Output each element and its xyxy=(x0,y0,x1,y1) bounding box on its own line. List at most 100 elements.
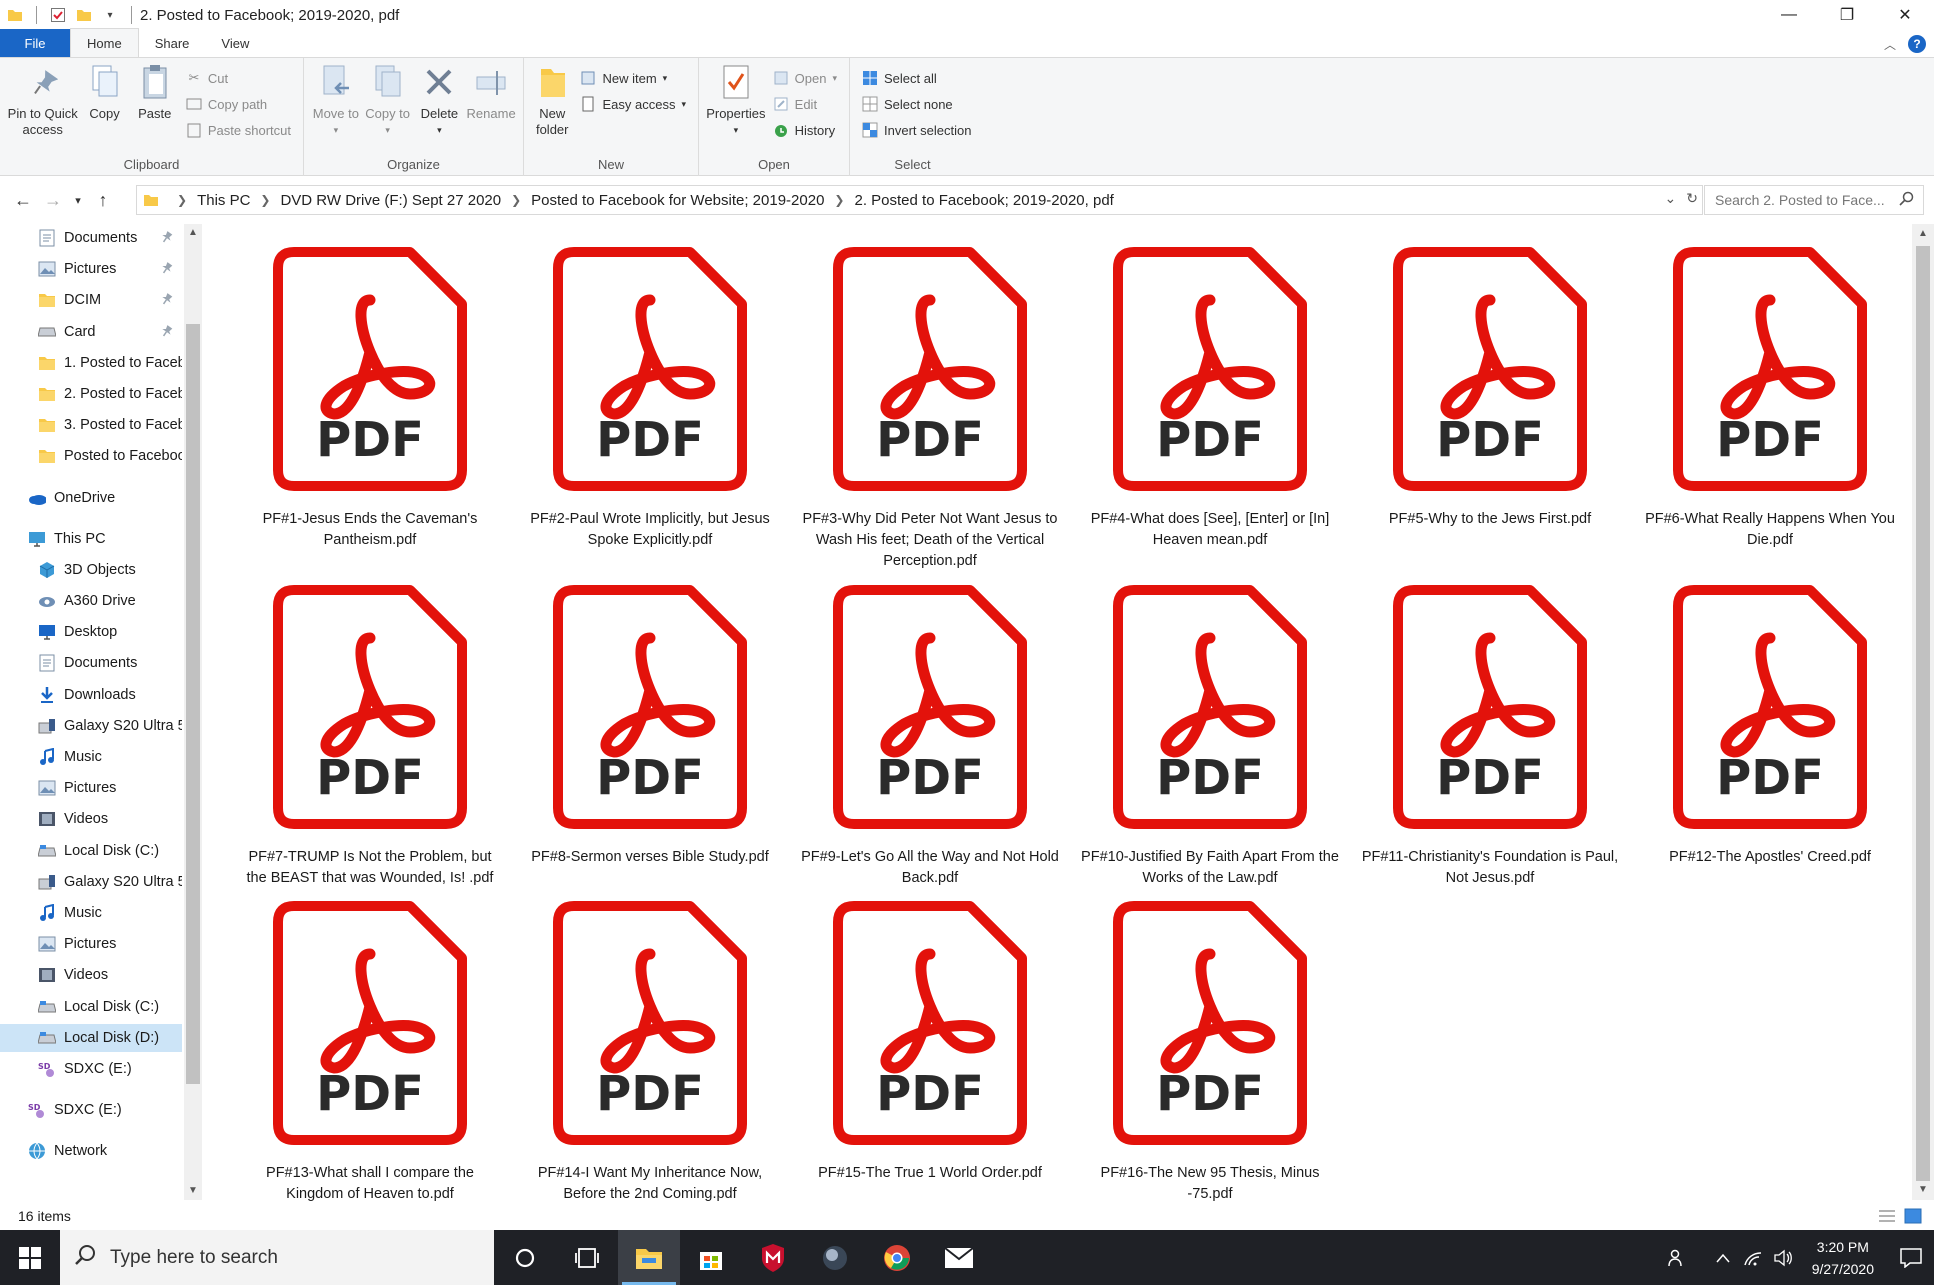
nav-onedrive[interactable]: OneDrive xyxy=(0,484,182,512)
globe-app-icon[interactable] xyxy=(804,1230,866,1285)
this-pc-item[interactable]: 3D Objects xyxy=(0,556,182,584)
this-pc-item[interactable]: Pictures xyxy=(0,774,182,802)
wifi-icon[interactable] xyxy=(1738,1249,1768,1267)
easy-access-button[interactable]: Easy access ▾ xyxy=(580,94,686,114)
tab-view[interactable]: View xyxy=(205,29,265,57)
tab-file[interactable]: File xyxy=(0,29,70,57)
show-hidden-icons-chevron-icon[interactable] xyxy=(1708,1253,1738,1263)
file-item[interactable]: PDF PF#12-The Apostles' Creed.pdf xyxy=(1640,582,1900,912)
history-button[interactable]: History xyxy=(773,120,837,140)
invert-selection-button[interactable]: Invert selection xyxy=(862,120,971,140)
file-item[interactable]: PDF PF#2-Paul Wrote Implicitly, but Jesus… xyxy=(520,244,780,574)
address-bar[interactable]: ❯ This PC ❯ DVD RW Drive (F:) Sept 27 20… xyxy=(136,185,1703,215)
file-item[interactable]: PDF PF#6-What Really Happens When You Die… xyxy=(1640,244,1900,574)
up-arrow-icon[interactable]: ↑ xyxy=(88,185,118,215)
edit-button[interactable]: Edit xyxy=(773,94,837,114)
new-item-button[interactable]: New item ▾ xyxy=(580,68,686,88)
breadcrumb-posted-folder[interactable]: Posted to Facebook for Website; 2019-202… xyxy=(531,192,824,209)
chevron-right-icon[interactable]: ❯ xyxy=(834,193,844,207)
paste-shortcut-button[interactable]: Paste shortcut xyxy=(186,120,291,140)
pin-icon[interactable] xyxy=(160,292,174,306)
select-none-button[interactable]: Select none xyxy=(862,94,971,114)
mcafee-shield-icon[interactable] xyxy=(742,1230,804,1285)
nav-sdxc[interactable]: SD SDXC (E:) xyxy=(0,1096,182,1124)
new-folder-qat-icon[interactable] xyxy=(75,6,93,24)
quick-access-item[interactable]: DCIM xyxy=(0,286,182,314)
this-pc-item[interactable]: Music xyxy=(0,899,182,927)
chevron-right-icon[interactable]: ❯ xyxy=(511,193,521,207)
back-arrow-icon[interactable]: ← xyxy=(8,185,38,215)
this-pc-item[interactable]: Local Disk (C:) xyxy=(0,837,182,865)
this-pc-item[interactable]: Local Disk (C:) xyxy=(0,993,182,1021)
forward-arrow-icon[interactable]: → xyxy=(38,185,68,215)
file-item[interactable]: PDF PF#7-TRUMP Is Not the Problem, but th… xyxy=(240,582,500,912)
this-pc-item[interactable]: Music xyxy=(0,743,182,771)
this-pc-item[interactable]: Galaxy S20 Ultra 5 xyxy=(0,868,182,896)
scroll-down-arrow-icon[interactable]: ▼ xyxy=(184,1182,202,1200)
this-pc-item[interactable]: Galaxy S20 Ultra 5 xyxy=(0,712,182,740)
this-pc-item[interactable]: Desktop xyxy=(0,618,182,646)
file-item[interactable]: PDF PF#14-I Want My Inheritance Now, Befo… xyxy=(520,898,780,1228)
microsoft-store-icon[interactable] xyxy=(680,1230,742,1285)
file-item[interactable]: PDF PF#1-Jesus Ends the Caveman's Panthei… xyxy=(240,244,500,574)
quick-access-item[interactable]: 1. Posted to Faceb xyxy=(0,349,182,377)
scrollbar-thumb[interactable] xyxy=(186,324,200,1084)
search-icon[interactable] xyxy=(1899,191,1915,210)
quick-access-item[interactable]: Documents xyxy=(0,224,182,252)
tab-share[interactable]: Share xyxy=(139,29,206,57)
help-icon[interactable]: ? xyxy=(1908,35,1926,53)
action-center-icon[interactable] xyxy=(1888,1247,1934,1268)
quick-access-item[interactable]: Pictures xyxy=(0,255,182,283)
file-item[interactable]: PDF PF#9-Let's Go All the Way and Not Hol… xyxy=(800,582,1060,912)
breadcrumb-dvd-drive[interactable]: DVD RW Drive (F:) Sept 27 2020 xyxy=(280,192,501,209)
people-icon[interactable] xyxy=(1662,1248,1692,1268)
quick-access-item[interactable]: Posted to Faceboo xyxy=(0,442,182,470)
volume-icon[interactable] xyxy=(1768,1249,1798,1267)
tab-home[interactable]: Home xyxy=(70,28,139,57)
file-item[interactable]: PDF PF#16-The New 95 Thesis, Minus -75.pd… xyxy=(1080,898,1340,1228)
scrollbar-thumb[interactable] xyxy=(1916,246,1930,1181)
pin-icon[interactable] xyxy=(160,230,174,244)
file-item[interactable]: PDF PF#11-Christianity's Foundation is Pa… xyxy=(1360,582,1620,912)
customize-qat-dropdown-icon[interactable]: ▾ xyxy=(101,6,119,24)
this-pc-item[interactable]: Pictures xyxy=(0,930,182,958)
cut-button[interactable]: ✂ Cut xyxy=(186,68,291,88)
select-all-button[interactable]: Select all xyxy=(862,68,971,88)
cortana-icon[interactable] xyxy=(494,1230,556,1285)
scroll-up-arrow-icon[interactable]: ▲ xyxy=(184,224,202,242)
windows-start-icon[interactable] xyxy=(0,1230,60,1285)
file-item[interactable]: PDF PF#8-Sermon verses Bible Study.pdf xyxy=(520,582,780,912)
file-item[interactable]: PDF PF#10-Justified By Faith Apart From t… xyxy=(1080,582,1340,912)
properties-check-icon[interactable] xyxy=(49,6,67,24)
refresh-icon[interactable]: ↻ xyxy=(1686,190,1698,207)
quick-access-item[interactable]: Card xyxy=(0,318,182,346)
restore-button[interactable]: ❐ xyxy=(1818,0,1876,30)
this-pc-item[interactable]: SD SDXC (E:) xyxy=(0,1055,182,1083)
breadcrumb-this-pc[interactable]: This PC xyxy=(197,192,250,209)
file-item[interactable]: PDF PF#15-The True 1 World Order.pdf xyxy=(800,898,1060,1228)
file-explorer-taskbar-icon[interactable] xyxy=(618,1230,680,1285)
chevron-right-icon[interactable]: ❯ xyxy=(260,193,270,207)
this-pc-item[interactable]: Downloads xyxy=(0,681,182,709)
collapse-ribbon-icon[interactable]: ︿ xyxy=(1884,36,1896,53)
search-input[interactable]: Search 2. Posted to Face... xyxy=(1704,185,1924,215)
breadcrumb-current-folder[interactable]: 2. Posted to Facebook; 2019-2020, pdf xyxy=(854,192,1113,209)
file-list-scrollbar[interactable]: ▲ ▼ xyxy=(1912,224,1934,1200)
this-pc-item[interactable]: Videos xyxy=(0,961,182,989)
copy-path-button[interactable]: Copy path xyxy=(186,94,291,114)
close-button[interactable]: ✕ xyxy=(1876,0,1934,30)
nav-network[interactable]: Network xyxy=(0,1137,182,1165)
taskbar-search-box[interactable]: Type here to search xyxy=(60,1230,494,1285)
this-pc-item[interactable]: Videos xyxy=(0,805,182,833)
details-view-icon[interactable] xyxy=(1878,1208,1896,1227)
this-pc-item[interactable]: Documents xyxy=(0,649,182,677)
recent-locations-dropdown-icon[interactable]: ▾ xyxy=(68,185,88,215)
file-item[interactable]: PDF PF#5-Why to the Jews First.pdf xyxy=(1360,244,1620,574)
minimize-button[interactable]: — xyxy=(1760,0,1818,30)
quick-access-item[interactable]: 2. Posted to Faceb xyxy=(0,380,182,408)
file-item[interactable]: PDF PF#4-What does [See], [Enter] or [In]… xyxy=(1080,244,1340,574)
file-item[interactable]: PDF PF#3-Why Did Peter Not Want Jesus to … xyxy=(800,244,1060,574)
scroll-down-arrow-icon[interactable]: ▼ xyxy=(1912,1180,1934,1200)
navigation-pane-scrollbar[interactable]: ▲ ▼ xyxy=(184,224,202,1200)
file-item[interactable]: PDF PF#13-What shall I compare the Kingdo… xyxy=(240,898,500,1228)
